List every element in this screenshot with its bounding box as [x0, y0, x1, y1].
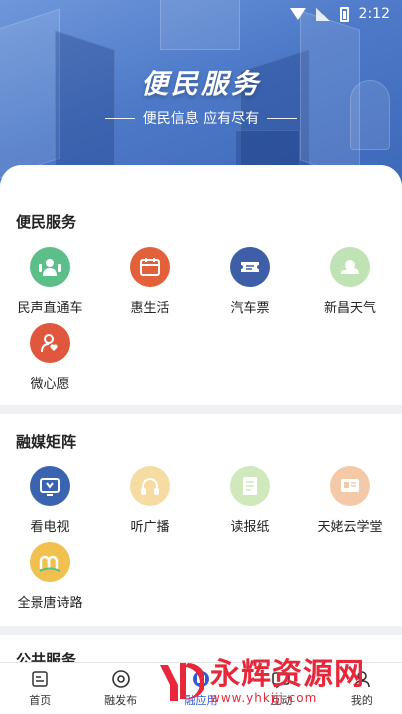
- media-label: 看电视: [30, 520, 70, 535]
- media-item[interactable]: 听广播: [100, 466, 200, 535]
- hero-title: 便民服务: [141, 69, 261, 100]
- media-label: 全景唐诗路: [17, 596, 83, 611]
- hero-subtitle-text: 便民信息 应有尽有: [142, 111, 260, 127]
- watermark-name: 永辉资源网: [210, 657, 365, 692]
- section-convenience: 便民服务 民声直通车 惠生活 汽车票 新昌天气 微心愿: [0, 165, 402, 405]
- service-item[interactable]: 新昌天气: [300, 247, 400, 316]
- service-label: 微心愿: [30, 377, 70, 392]
- people-voice-icon: [30, 247, 70, 287]
- content-sheet: 便民服务 民声直通车 惠生活 汽车票 新昌天气 微心愿 融媒矩阵 看电视 听广播…: [0, 165, 402, 714]
- section-title: 便民服务: [16, 213, 77, 231]
- battery-icon: [339, 6, 349, 22]
- building-decoration: [235, 130, 300, 170]
- weather-icon: [330, 247, 370, 287]
- heart-wish-icon: [30, 323, 70, 363]
- divider: [104, 117, 135, 119]
- status-time: 2:12: [358, 6, 390, 22]
- media-label: 听广播: [130, 520, 170, 535]
- wifi-icon: [289, 8, 306, 20]
- signal-icon: [315, 7, 330, 21]
- service-item[interactable]: 汽车票: [200, 247, 300, 316]
- media-label: 读报纸: [230, 520, 270, 535]
- service-label: 惠生活: [130, 301, 170, 316]
- newspaper-icon: [230, 466, 270, 506]
- section-media-matrix: 融媒矩阵 看电视 听广播 读报纸 天姥云学堂 全景唐诗路: [0, 414, 402, 626]
- calendar-life-icon: [130, 247, 170, 287]
- watermark-url: www.yhkjjj.com: [210, 691, 318, 705]
- service-label: 汽车票: [230, 301, 270, 316]
- home-icon: [30, 669, 50, 689]
- tab-home[interactable]: 首页: [0, 663, 80, 714]
- ticket-icon: [230, 247, 270, 287]
- tab-label: 首页: [29, 694, 52, 707]
- tab-label: 融发布: [104, 694, 138, 707]
- publish-icon: [111, 669, 131, 689]
- service-item[interactable]: 民声直通车: [0, 247, 100, 316]
- tv-icon: [30, 466, 70, 506]
- media-label: 天姥云学堂: [317, 520, 383, 535]
- media-item[interactable]: 天姥云学堂: [300, 466, 400, 535]
- watermark-logo-icon: [160, 663, 204, 701]
- headphones-icon: [130, 466, 170, 506]
- media-item[interactable]: 全景唐诗路: [0, 542, 100, 611]
- media-item[interactable]: 看电视: [0, 466, 100, 535]
- divider: [267, 117, 298, 119]
- watermark-text: 永辉资源网 www.yhkjjj.com: [210, 657, 365, 706]
- service-item[interactable]: 惠生活: [100, 247, 200, 316]
- classroom-icon: [330, 466, 370, 506]
- service-label: 民声直通车: [17, 301, 83, 316]
- status-bar: 2:12: [0, 0, 402, 28]
- hero-subtitle: 便民信息 应有尽有: [0, 108, 402, 128]
- section-title: 融媒矩阵: [16, 433, 77, 451]
- media-item[interactable]: 读报纸: [200, 466, 300, 535]
- watermark: 永辉资源网 www.yhkjjj.com: [154, 654, 394, 710]
- service-label: 新昌天气: [323, 301, 376, 316]
- service-item[interactable]: 微心愿: [0, 323, 100, 392]
- panorama-icon: [30, 542, 70, 582]
- tab-publish[interactable]: 融发布: [80, 663, 160, 714]
